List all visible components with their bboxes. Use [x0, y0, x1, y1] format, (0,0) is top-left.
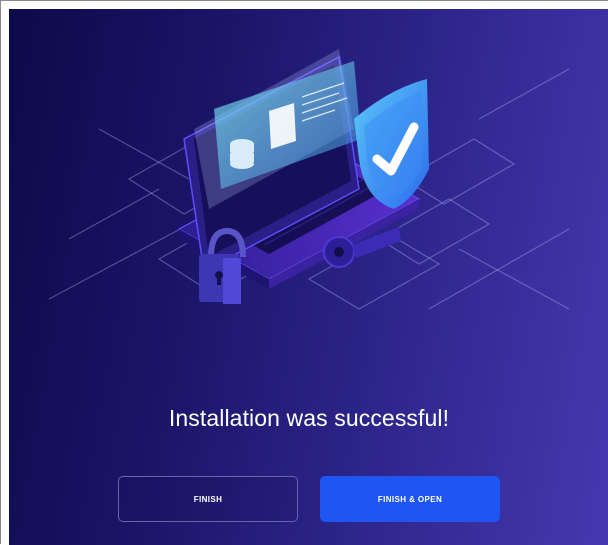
installer-window: Installation was successful! FINISH FINI… — [0, 0, 608, 545]
success-message: Installation was successful! — [168, 405, 450, 431]
database-icon — [230, 139, 254, 169]
finish-button[interactable]: FINISH — [118, 476, 298, 522]
finish-and-open-button[interactable]: FINISH & OPEN — [320, 476, 500, 522]
success-panel: Installation was successful! FINISH FINI… — [9, 9, 608, 545]
finish-button-label: FINISH — [193, 494, 223, 504]
security-illustration — [48, 49, 570, 310]
finish-and-open-button-label: FINISH & OPEN — [377, 494, 443, 504]
